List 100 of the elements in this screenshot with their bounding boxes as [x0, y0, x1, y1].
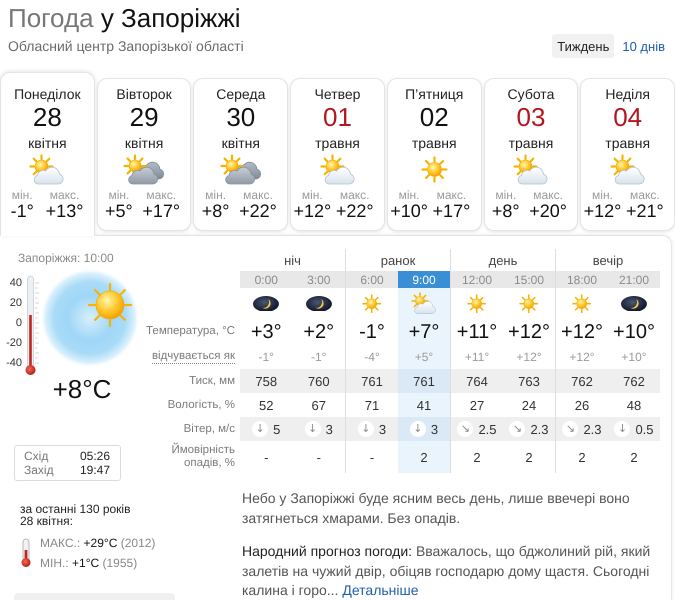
date-number: 30: [226, 103, 256, 131]
range-tab[interactable]: Тиждень: [552, 34, 614, 58]
month: травня: [508, 135, 554, 151]
precipitation-value: -: [370, 450, 374, 464]
min-temperature: +12°: [293, 202, 332, 220]
day-tab[interactable]: Понеділок 28 квітня мін. макс. -1° +13°: [0, 72, 95, 236]
scale-label: 40: [10, 276, 22, 291]
wind-speed: 2.3: [583, 422, 602, 436]
humidity-value: 27: [470, 398, 484, 412]
period-label: вечір: [592, 252, 624, 268]
min-temperature: +10°: [390, 202, 428, 220]
sun-icon: [362, 294, 382, 314]
max-label: макс.: [630, 189, 660, 202]
min-temperature: +8°: [202, 202, 230, 220]
sun-icon: [519, 294, 539, 314]
feels-like-temperature: +12°: [516, 350, 542, 364]
date-number: 02: [420, 103, 449, 131]
humidity-value: 41: [416, 398, 432, 412]
row-label[interactable]: відчувається як: [152, 350, 235, 364]
sun-cloud-icon: [411, 292, 437, 315]
hour-temperature: +10°: [613, 320, 655, 342]
day-tab[interactable]: П’ятниця 02 травня мін. макс. +10° +17°: [386, 78, 482, 231]
max-temperature: +17°: [142, 202, 180, 220]
wind-speed: 0.5: [635, 422, 654, 436]
min-temperature: +12°: [584, 202, 622, 220]
records-title: за останні 130 років: [20, 503, 130, 515]
min-temperature: +5°: [105, 202, 133, 220]
pressure-cell: 761: [346, 369, 398, 393]
day-tab[interactable]: Вівторок 29 квітня мін. макс. +5° +17°: [96, 78, 192, 231]
scale-label: 0: [16, 316, 22, 331]
feels-like-temperature: -1°: [258, 350, 274, 364]
day-tab[interactable]: Неділя 04 травня мін. макс. +12° +21°: [580, 78, 675, 231]
humidity-value: 67: [312, 398, 326, 412]
wind-speed: 2.3: [530, 422, 549, 436]
weekday: Вівторок: [116, 86, 172, 102]
feels-like-temperature: +10°: [621, 350, 647, 364]
max-temperature: +13°: [46, 202, 84, 220]
weekday: П’ятниця: [405, 86, 464, 102]
weather-description: Небо у Запоріжжі буде ясним весь день, лише ввечері воно затягнеться хмарами. Без опадів.: [242, 489, 631, 528]
sun-clouds-icon: [220, 154, 262, 185]
weekday: Неділя: [605, 86, 650, 102]
humidity-value: 71: [364, 398, 380, 412]
precipitation-value: 2: [630, 450, 638, 464]
record-line: МАКС.: +29°C (2012): [40, 535, 156, 552]
period-label: ранок: [380, 252, 416, 268]
humidity-value: 26: [574, 398, 590, 412]
min-label: мін.: [12, 189, 33, 202]
day-tab[interactable]: Субота 03 травня мін. макс. +8° +20°: [484, 78, 578, 231]
max-temperature: +20°: [529, 202, 567, 220]
precipitation-value: 2: [525, 450, 533, 464]
row-label: Вітер, м/с: [184, 422, 235, 436]
time-cell: 15:00: [503, 271, 555, 288]
details-link[interactable]: Детальніше: [342, 582, 419, 598]
row-label: Температура, °C: [146, 325, 235, 338]
weekday: Середа: [216, 86, 266, 102]
sun-icon: [467, 294, 487, 314]
date-number: 29: [130, 103, 159, 131]
weekday: Субота: [508, 86, 554, 102]
time-cell: 12:00: [451, 271, 503, 288]
time-cell: 21:00: [608, 271, 660, 288]
folk-forecast: Народний прогноз погоди: Вважалось, що бджолиний рій, який залетів на чужий двір, обіцяв господарю дому щастя. Сьогодні калина і горо... Детальніше: [242, 542, 652, 600]
place-time: Запоріжжя: 10:00: [18, 251, 114, 265]
hour-temperature: +12°: [508, 320, 550, 342]
month: квітня: [124, 135, 164, 151]
max-temperature: +22°: [336, 202, 374, 220]
feels-like-temperature: -4°: [364, 350, 380, 364]
max-label: макс.: [146, 189, 176, 202]
hour-temperature: +12°: [561, 320, 603, 342]
feels-like-temperature: -1°: [311, 350, 326, 364]
sun-cloud-icon: [610, 154, 646, 185]
humidity-value: 24: [522, 398, 536, 412]
wind-speed: 3: [326, 422, 333, 436]
pressure-cell: 760: [292, 369, 345, 393]
range-tab[interactable]: 10 днів: [617, 34, 670, 58]
feels-like-temperature: +5°: [414, 350, 434, 364]
min-label: мін.: [398, 189, 420, 202]
sun-icon: [572, 294, 592, 314]
sun-event-label: Захід: [24, 463, 54, 477]
max-label: макс.: [50, 189, 80, 202]
pressure-cell: 764: [451, 369, 503, 393]
sun-event-time: 05:26: [80, 449, 110, 463]
scale-label: -20: [6, 336, 22, 351]
date-number: 28: [32, 103, 62, 131]
day-tab[interactable]: Середа 30 квітня мін. макс. +8° +22°: [193, 78, 288, 231]
min-label: мін.: [108, 189, 130, 202]
hour-temperature: +11°: [456, 320, 498, 342]
weekday: Понеділок: [14, 86, 81, 102]
row-label: Вологість, %: [168, 398, 235, 412]
wind-speed: 3: [430, 422, 438, 436]
sun-icon: [420, 156, 448, 183]
max-label: макс.: [340, 189, 370, 202]
date-number: 04: [613, 103, 642, 131]
precipitation-value: 2: [578, 450, 586, 464]
precipitation-value: 2: [473, 450, 481, 464]
sun-cloud-icon: [29, 154, 66, 185]
row-label: Ймовірність опадів, %: [170, 444, 235, 470]
day-tab[interactable]: Четвер 01 травня мін. макс. +12° +22°: [290, 78, 385, 231]
pressure-cell: 762: [608, 369, 660, 393]
min-label: мін.: [592, 189, 613, 202]
min-label: мін.: [302, 189, 323, 202]
